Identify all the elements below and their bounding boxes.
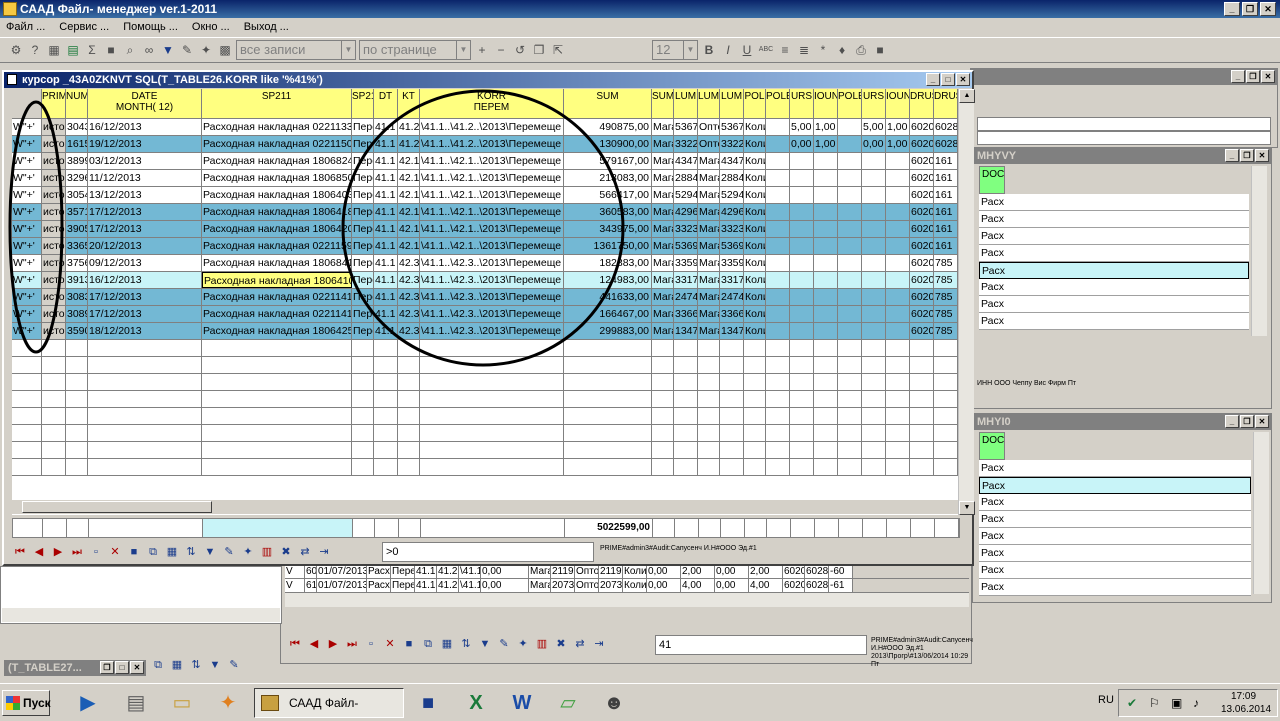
folder-icon[interactable]: ▭ (166, 688, 198, 718)
flag-icon[interactable]: ⚐ (1149, 696, 1160, 710)
language-indicator[interactable]: RU (1098, 694, 1114, 706)
server-icon[interactable]: ▤ (120, 688, 152, 718)
app-icon[interactable]: ✦ (212, 688, 244, 718)
word-icon[interactable]: W (506, 688, 538, 718)
annotation-ellipse-left (8, 100, 64, 354)
save-disk-icon[interactable]: ■ (412, 688, 444, 718)
scholar-icon[interactable]: ☻ (598, 688, 630, 718)
network-icon[interactable]: ▣ (1171, 696, 1182, 710)
clock-date: 13.06.2014 (1221, 704, 1272, 715)
system-tray: ✔ ⚐ ▣ ♪ 17:09 13.06.2014 (1118, 689, 1278, 717)
taskbar-active-app[interactable]: САAД Файл- менед... (254, 688, 404, 718)
security-icon[interactable]: ✔ (1127, 696, 1137, 710)
notes-icon[interactable]: ▱ (552, 688, 584, 718)
start-button[interactable]: Пуск (2, 690, 51, 716)
annotation-ellipse-center (341, 89, 625, 367)
taskbar: Пуск ▶ ▤ ▭ ✦ САAД Файл- менед... ■ X W ▱… (0, 683, 1280, 721)
powershell-icon[interactable]: ▶ (72, 688, 104, 718)
windows-logo-icon (6, 696, 20, 710)
annotation-overlay (8, 89, 625, 367)
excel-icon[interactable]: X (460, 688, 492, 718)
volume-icon[interactable]: ♪ (1193, 696, 1199, 710)
app-logo-icon (261, 695, 279, 711)
clock-time: 17:09 (1231, 691, 1257, 702)
